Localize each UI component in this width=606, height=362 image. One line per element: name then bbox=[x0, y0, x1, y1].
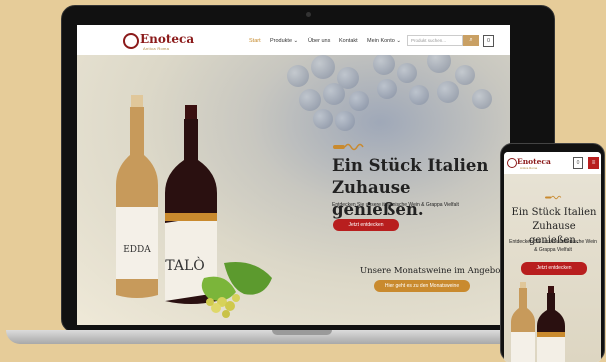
discover-button[interactable]: Jetzt entdecken bbox=[333, 219, 399, 231]
cart-button[interactable]: 0 bbox=[573, 157, 583, 169]
nav-item-start[interactable]: Start bbox=[249, 38, 261, 44]
laptop-screen: Enoteca Antica Roma Start Produkte ⌄ Übe… bbox=[77, 25, 510, 325]
laptop-base bbox=[6, 330, 574, 344]
grapes-background bbox=[277, 55, 497, 155]
nav-item-produkte[interactable]: Produkte ⌄ bbox=[270, 38, 298, 44]
hero-subtitle: Entdecken Sie unsere italienische Wein &… bbox=[332, 202, 459, 208]
hamburger-icon: ≡ bbox=[591, 160, 596, 166]
mobile-hero: Ein Stück Italien Zuhause genießen. Entd… bbox=[504, 174, 601, 362]
logo-icon[interactable] bbox=[123, 33, 139, 49]
nav-item-kontakt[interactable]: Kontakt bbox=[339, 38, 358, 44]
top-navigation: Enoteca Antica Roma Start Produkte ⌄ Übe… bbox=[77, 25, 510, 55]
corkscrew-icon bbox=[333, 143, 364, 151]
mobile-subtitle: Entdecken Sie unsere italienische Wein &… bbox=[509, 239, 597, 253]
logo-icon[interactable] bbox=[507, 158, 517, 168]
search-input[interactable]: Produkt suchen... bbox=[407, 35, 463, 46]
hero-headline: Ein Stück Italien Zuhause genießen. bbox=[332, 155, 502, 221]
nav-item-mein-konto[interactable]: Mein Konto ⌄ bbox=[367, 38, 401, 44]
cart-button[interactable]: 0 bbox=[483, 35, 494, 47]
bottle-label-edda: EDDA bbox=[123, 245, 151, 255]
camera-icon bbox=[306, 12, 311, 17]
mobile-navigation: Enoteca Antica Roma 0 ≡ bbox=[504, 152, 601, 174]
nav-item-label: Produkte bbox=[270, 38, 293, 44]
nav-item-ueber-uns[interactable]: Über uns bbox=[308, 38, 330, 44]
chevron-down-icon: ⌄ bbox=[396, 38, 401, 44]
monthly-wines-button[interactable]: Hier geht es zu den Monatsweine bbox=[374, 280, 470, 292]
grape-leaves-decoration bbox=[201, 262, 272, 318]
logo-tagline: Antica Roma bbox=[143, 46, 170, 51]
logo-tagline: Antica Roma bbox=[520, 166, 538, 170]
nav-item-label: Mein Konto bbox=[367, 38, 395, 44]
hero-headline-line1: Ein Stück Italien bbox=[332, 156, 489, 175]
mobile-discover-button[interactable]: Jetzt entdecken bbox=[521, 262, 587, 275]
search-icon: ⌕ bbox=[469, 37, 473, 43]
mobile-bottles-image bbox=[511, 282, 565, 362]
logo-text[interactable]: Enoteca bbox=[140, 32, 194, 46]
menu-button[interactable]: ≡ bbox=[588, 157, 599, 169]
corkscrew-icon bbox=[545, 195, 562, 200]
phone-screen: Enoteca Antica Roma 0 ≡ Ein Stück Italie… bbox=[504, 152, 601, 362]
laptop-notch bbox=[272, 330, 332, 335]
search-placeholder: Produkt suchen... bbox=[411, 38, 447, 43]
monthly-wines-title: Unsere Monatsweine im Angebot bbox=[360, 266, 504, 276]
logo-text[interactable]: Enoteca bbox=[517, 157, 551, 166]
white-wine-bottle: EDDA bbox=[116, 95, 158, 298]
hero-headline-line2: Zuhause genießen. bbox=[332, 178, 424, 219]
search-button[interactable]: ⌕ bbox=[463, 35, 479, 46]
chevron-down-icon: ⌄ bbox=[293, 38, 299, 44]
hero-section: EDDA TALÒ Ein Stück Italien Zuhause geni… bbox=[77, 55, 510, 325]
